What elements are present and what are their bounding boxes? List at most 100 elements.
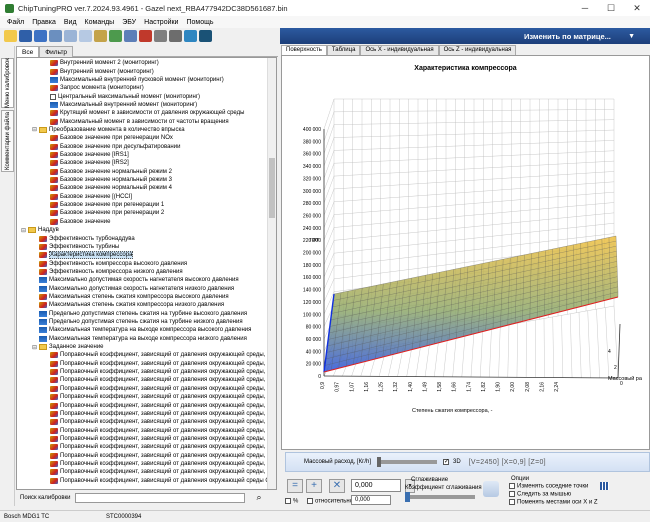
tree-item[interactable]: Крутящий момент в зависимости от давлени… xyxy=(43,109,244,117)
tree-scrollbar[interactable] xyxy=(267,58,276,489)
cut-icon[interactable] xyxy=(64,30,77,42)
save-as-icon[interactable] xyxy=(34,30,47,42)
tab-axis-x[interactable]: Ось X - индивидуальная xyxy=(360,45,439,55)
expand-toggle-icon[interactable]: ⊟ xyxy=(32,344,39,351)
relative-option[interactable]: относительно xyxy=(307,498,353,505)
tree-item[interactable]: Поправочный коэффициент, зависящий от да… xyxy=(43,460,270,468)
globe-icon[interactable] xyxy=(184,30,197,42)
power-icon[interactable] xyxy=(199,30,212,42)
tab-axis-z[interactable]: Ось Z - индивидуальная xyxy=(438,45,517,55)
menu-edit[interactable]: Правка xyxy=(28,19,60,26)
tree-item[interactable]: Поправочный коэффициент, зависящий от да… xyxy=(43,401,270,409)
checkbox-3d[interactable]: ✓ xyxy=(443,459,449,465)
tree-item[interactable]: Максимальный момент в зависимости от час… xyxy=(43,117,229,125)
print-icon[interactable] xyxy=(49,30,62,42)
tree-item[interactable]: Поправочный коэффициент, зависящий от да… xyxy=(43,443,270,451)
tree-folder[interactable]: ⊟ Заданное значение xyxy=(32,343,104,351)
tree-item[interactable]: Базовое значение нормальный режим 4 xyxy=(43,184,172,192)
tree-item[interactable]: Эффективность турбины xyxy=(32,243,119,251)
equals-button[interactable]: = xyxy=(287,479,303,493)
tree-item[interactable]: Максимальная степень сжатия компрессора … xyxy=(32,293,229,301)
scrollbar-thumb[interactable] xyxy=(269,158,275,218)
tree-item[interactable]: Поправочный коэффициент, зависящий от да… xyxy=(43,385,270,393)
navigate-icon[interactable] xyxy=(124,30,137,42)
tree-item[interactable]: Характеристика компрессора xyxy=(32,251,134,260)
tab-surface[interactable]: Поверхность xyxy=(281,45,327,55)
tab-file-comments[interactable]: Комментарии файла xyxy=(1,110,14,172)
tree-item[interactable]: Базовое значение при регенерации 2 xyxy=(43,209,164,217)
paste-icon[interactable] xyxy=(94,30,107,42)
tree-item[interactable]: Поправочный коэффициент, зависящий от да… xyxy=(43,418,270,426)
menu-settings[interactable]: Настройки xyxy=(140,19,182,26)
tree-item[interactable]: Внутренний момент 2 (мониторинг) xyxy=(43,59,159,67)
tree-item[interactable]: Базовое значение [IRS1] xyxy=(43,151,129,159)
toggle-3d[interactable]: ✓ 3D xyxy=(443,459,461,465)
smooth-apply-icon[interactable] xyxy=(483,481,499,497)
tree-item[interactable]: Предельно допустимая степень сжатия на т… xyxy=(32,310,247,318)
expand-toggle-icon[interactable]: ⊟ xyxy=(32,126,39,133)
tree-item[interactable]: Запрос момента (мониторинг) xyxy=(43,84,144,92)
relative-value-input[interactable]: 0,000 xyxy=(351,495,391,505)
copy-icon[interactable] xyxy=(79,30,92,42)
tree-item[interactable]: Поправочный коэффициент, зависящий от да… xyxy=(43,410,270,418)
tree-item[interactable]: Максимально допустимая скорость нагнетат… xyxy=(32,276,239,284)
menu-file[interactable]: Файл xyxy=(3,19,28,26)
plus-button[interactable]: + xyxy=(306,479,322,493)
search-icon[interactable]: ⌕ xyxy=(257,492,262,503)
tree-item[interactable]: Поправочный коэффициент, зависящий от да… xyxy=(43,435,270,443)
tree-item[interactable]: Поправочный коэффициент, зависящий от да… xyxy=(43,468,270,476)
tree-item[interactable]: Базовое значение при десульфатировании xyxy=(43,143,180,151)
tree-item[interactable]: Поправочный коэффициент, зависящий от да… xyxy=(43,426,270,434)
tree-item[interactable]: Поправочный коэффициент, зависящий от да… xyxy=(43,368,270,376)
tab-all[interactable]: Все xyxy=(16,46,40,57)
tree-item[interactable]: Максимальная температура на выходе компр… xyxy=(32,326,251,334)
tree-item[interactable]: Центральный максимальный момент (монитор… xyxy=(43,92,200,100)
tree-item[interactable]: Поправочный коэффициент, зависящий от да… xyxy=(43,376,270,384)
tree-item[interactable]: Эффективность компрессора низкого давлен… xyxy=(32,268,183,276)
percent-option[interactable]: % xyxy=(285,498,298,505)
smoothing-handle[interactable] xyxy=(405,492,410,502)
tree-item[interactable]: Максимальный внутренний момент (монитори… xyxy=(43,101,197,109)
tree-item[interactable]: Базовое значение при регенерации NOx xyxy=(43,134,173,142)
tree-item[interactable]: Поправочный коэффициент, зависящий от да… xyxy=(43,393,270,401)
percent-checkbox[interactable] xyxy=(285,498,291,504)
option-follow-mouse[interactable]: Следить за мышью xyxy=(509,491,571,498)
search-icon[interactable] xyxy=(154,30,167,42)
checksum-icon[interactable] xyxy=(139,30,152,42)
tab-filter[interactable]: Фильтр xyxy=(39,46,74,57)
follow-mouse-checkbox[interactable] xyxy=(509,491,515,497)
tree-item[interactable]: Базовое значение [(HCCI] xyxy=(43,193,132,201)
tree-item[interactable]: Базовое значение при регенерации 1 xyxy=(43,201,164,209)
tree-item[interactable]: Базовое значение нормальный режим 2 xyxy=(43,168,172,176)
menu-ecu[interactable]: ЭБУ xyxy=(118,19,140,26)
neighbors-checkbox[interactable] xyxy=(509,483,515,489)
menu-view[interactable]: Вид xyxy=(60,19,81,26)
search-input[interactable] xyxy=(74,492,245,503)
expand-toggle-icon[interactable]: ⊟ xyxy=(21,227,28,234)
minimize-button[interactable]: ─ xyxy=(572,0,598,16)
tree-item[interactable]: Эффективность турбонаддува xyxy=(32,234,135,242)
surface-plot[interactable]: 0 20 000 40 000 60 000 80 000 100 000 120 000 1… xyxy=(282,56,649,449)
tree-item[interactable]: Базовое значение xyxy=(43,218,110,226)
tree-item[interactable]: Предельно допустимая степень сжатия на т… xyxy=(32,318,243,326)
smoothing-slider[interactable] xyxy=(405,495,475,499)
tree-item[interactable]: Поправочный коэффициент, зависящий от да… xyxy=(43,477,276,485)
swap-axes-checkbox[interactable] xyxy=(509,499,515,505)
save-icon[interactable] xyxy=(19,30,32,42)
tree-item[interactable]: Максимально допустимая скорость нагнетат… xyxy=(32,284,234,292)
tree-item[interactable]: Базовое значение [IRS2] xyxy=(43,159,129,167)
open-folder-icon[interactable] xyxy=(4,30,17,42)
tree-item[interactable]: Внутренний момент (мониторинг) xyxy=(43,67,154,75)
tree-item[interactable]: Поправочный коэффициент, зависящий от да… xyxy=(43,451,270,459)
tree-item[interactable]: Поправочный коэффициент, зависящий от да… xyxy=(43,360,270,368)
tree-item[interactable]: Базовое значение нормальный режим 3 xyxy=(43,176,172,184)
multiply-button[interactable]: ✕ xyxy=(329,479,345,493)
menu-help[interactable]: Помощь xyxy=(182,19,217,26)
maximize-button[interactable]: ☐ xyxy=(598,0,624,16)
tree-folder[interactable]: ⊟ Преобразование момента в количество впр… xyxy=(32,126,185,134)
surface-chart[interactable]: Характеристика компрессора 0 20 000 40 000… xyxy=(281,55,650,450)
tree-item[interactable]: Эффективность компрессора высокого давле… xyxy=(32,259,187,267)
tree-item[interactable]: Максимальная температура на выходе компр… xyxy=(32,335,247,343)
matrix-dropdown[interactable]: Изменить по матрице... ▼ xyxy=(520,30,638,42)
value-input[interactable]: 0,000 xyxy=(351,479,401,492)
